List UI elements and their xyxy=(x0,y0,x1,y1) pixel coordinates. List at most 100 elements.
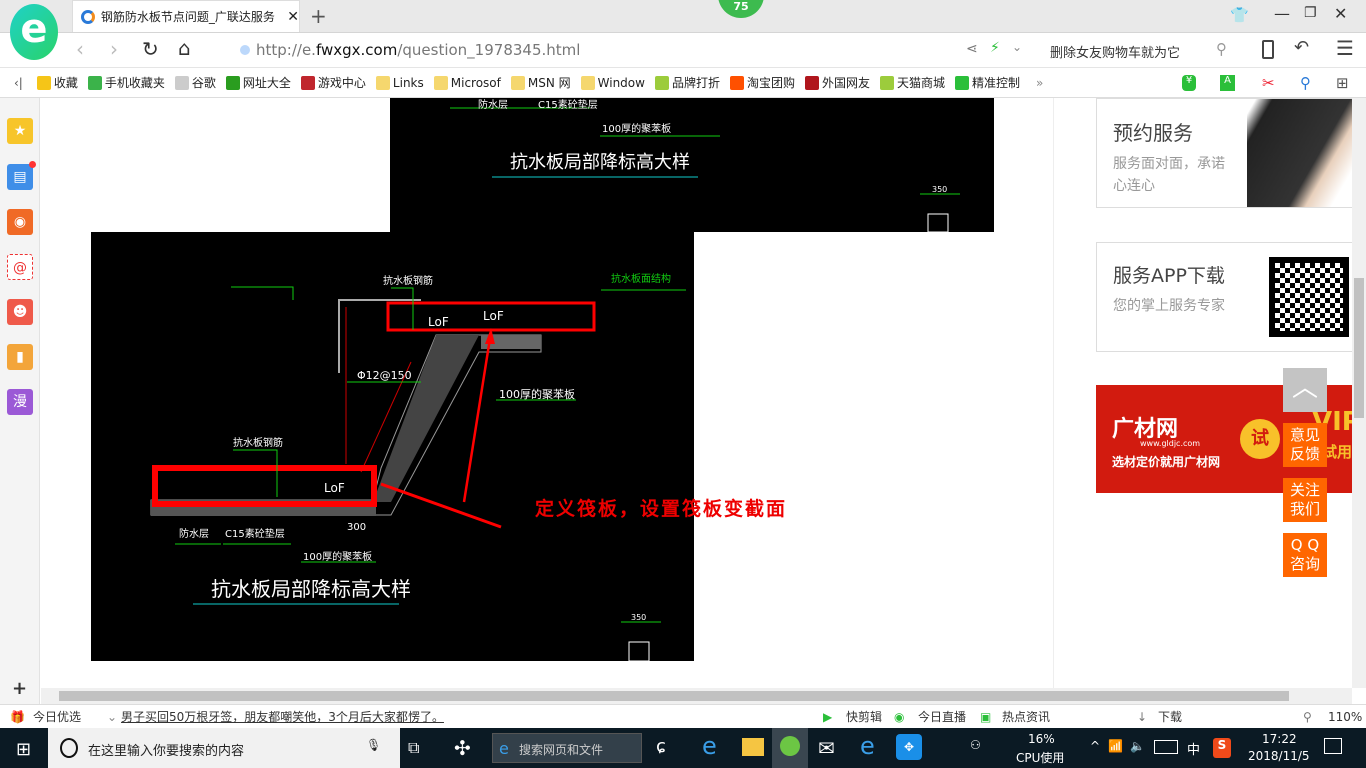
back-icon[interactable]: ‹ xyxy=(76,37,84,61)
vertical-scrollbar[interactable] xyxy=(1352,98,1366,688)
bookmark-item[interactable]: 天猫商城 xyxy=(880,74,945,91)
ie-taskbar-icon[interactable]: e xyxy=(702,732,717,760)
menu-icon[interactable]: ☰ xyxy=(1336,36,1354,60)
scissors-icon[interactable]: ✂ xyxy=(1262,74,1275,92)
comic-icon[interactable]: 漫 xyxy=(7,389,33,415)
bookmark-item[interactable]: 淘宝团购 xyxy=(729,74,795,91)
share-icon[interactable]: ⋖ xyxy=(966,41,978,57)
bookmark-item[interactable]: 网址大全 xyxy=(225,74,291,91)
status-item-download[interactable]: 下载 xyxy=(1158,708,1182,725)
clock-date[interactable]: 2018/11/5 xyxy=(1248,749,1310,763)
more-bookmarks-icon[interactable]: » xyxy=(1036,76,1043,90)
action-center-icon[interactable] xyxy=(1324,738,1342,754)
close-tab-icon[interactable]: ✕ xyxy=(287,9,299,25)
collapse-sidebar-icon[interactable]: ‹| xyxy=(14,76,23,90)
tray-chevron-icon[interactable]: ^ xyxy=(1090,739,1100,753)
close-window-button[interactable]: ✕ xyxy=(1334,4,1347,23)
home-icon[interactable]: ⌂ xyxy=(178,36,191,60)
zoom-icon[interactable]: ⚲ xyxy=(1303,710,1312,724)
app-blue-icon[interactable]: ✥ xyxy=(896,734,922,760)
zoom-level[interactable]: 110% xyxy=(1328,710,1362,724)
translate-icon[interactable]: A xyxy=(1220,74,1235,91)
speed-icon[interactable]: ⚡ xyxy=(990,40,1000,56)
add-sidebar-button[interactable]: + xyxy=(12,678,27,699)
bookmark-label: 网址大全 xyxy=(242,76,291,90)
new-tab-button[interactable]: + xyxy=(310,4,327,28)
forward-icon[interactable]: › xyxy=(110,37,118,61)
today-picks[interactable]: 今日优选 xyxy=(33,708,81,725)
bookmark-item[interactable]: Microsof xyxy=(433,75,501,90)
follow-us-button[interactable]: 关注我们 xyxy=(1283,478,1327,522)
search-icon[interactable]: ⚲ xyxy=(1216,40,1227,58)
shield-yen-icon[interactable]: ¥ xyxy=(1182,74,1196,91)
bookmark-item[interactable]: 外国网友 xyxy=(805,74,870,91)
label-foam-1: 100厚的聚苯板 xyxy=(499,387,575,401)
mobile-icon[interactable] xyxy=(1262,40,1274,59)
news-icon[interactable]: ▤ xyxy=(7,161,36,190)
service-card[interactable]: 预约服务 服务面对面，承诺心连心 xyxy=(1096,98,1352,208)
url-field[interactable]: http://e.fwxgx.com/question_1978345.html xyxy=(240,41,580,59)
browser-logo[interactable]: e xyxy=(10,4,58,60)
wifi-icon[interactable]: 📶 xyxy=(1108,739,1123,753)
back-to-top-button[interactable]: ︿ xyxy=(1283,368,1327,412)
status-bar: 🎁 今日优选 ⌄ 男子买回50万根牙签，朋友都嘲笑他，3个月后大家都愣了。 ▶ … xyxy=(0,704,1366,728)
hscroll-thumb[interactable] xyxy=(59,691,1289,701)
news-link[interactable]: 男子买回50万根牙签，朋友都嘲笑他，3个月后大家都愣了。 xyxy=(121,708,444,725)
page-icon xyxy=(174,75,189,90)
dropdown-icon[interactable]: ⌄ xyxy=(1012,40,1022,54)
mail-icon[interactable]: @ xyxy=(7,254,33,280)
status-item-live[interactable]: 今日直播 xyxy=(918,708,966,725)
browser360-icon[interactable]: ɕ xyxy=(656,736,666,757)
refresh-icon[interactable]: ↻ xyxy=(142,37,159,61)
game-icon[interactable]: ☻ xyxy=(7,299,33,325)
bookmark-item[interactable]: 手机收藏夹 xyxy=(87,74,165,91)
skin-icon[interactable]: 👕 xyxy=(1230,6,1249,24)
bookmark-item[interactable]: Links xyxy=(375,75,424,90)
scroll-thumb[interactable] xyxy=(1354,278,1364,418)
bookmark-item[interactable]: 游戏中心 xyxy=(300,74,366,91)
volume-icon[interactable]: 🔈 xyxy=(1130,739,1145,753)
keyboard-icon[interactable] xyxy=(1154,740,1178,754)
chevron-down-icon[interactable]: ⌄ xyxy=(107,710,117,724)
weibo-icon[interactable]: ◉ xyxy=(7,209,33,235)
windows-start-button[interactable]: ⊞ xyxy=(16,739,31,760)
taskbar-search[interactable]: 在这里输入你要搜索的内容 🎙 xyxy=(48,728,400,768)
active-browser-icon[interactable] xyxy=(772,728,808,768)
label-waterproof: 防水层 xyxy=(179,527,209,540)
apps-icon[interactable]: ⊞ xyxy=(1336,74,1349,92)
pinwheel-app-icon[interactable]: ✣ xyxy=(454,736,471,760)
tab-active[interactable]: 钢筋防水板节点问题_广联达服务 ✕ xyxy=(72,0,300,32)
bookmark-item[interactable]: 品牌打折 xyxy=(654,74,720,91)
novel-icon[interactable]: ▮ xyxy=(7,344,33,370)
search-hint[interactable]: 删除女友购物车就为它 xyxy=(1050,42,1180,61)
bookmark-item[interactable]: 谷歌 xyxy=(174,74,216,91)
sogou-icon[interactable]: S xyxy=(1213,738,1231,758)
favorites-icon[interactable]: ★ xyxy=(7,118,33,144)
web-search-box[interactable]: e 搜索网页和文件 xyxy=(492,733,642,763)
bookmark-item[interactable]: 收藏 xyxy=(36,74,78,91)
restore-button[interactable]: ❐ xyxy=(1304,5,1317,21)
key-icon[interactable]: ⚲ xyxy=(1300,74,1311,92)
status-item-clip[interactable]: 快剪辑 xyxy=(846,708,882,725)
task-view-icon[interactable]: ⧉ xyxy=(408,738,419,758)
bookmark-item[interactable]: 精准控制 xyxy=(955,74,1020,91)
edge-icon[interactable]: e xyxy=(860,732,875,760)
service-desc: 服务面对面，承诺心连心 xyxy=(1113,156,1225,194)
people-icon[interactable]: ⚇ xyxy=(970,738,981,752)
feedback-button[interactable]: 意见反馈 xyxy=(1283,423,1327,467)
app-download-card[interactable]: 服务APP下载 您的掌上服务专家 xyxy=(1096,242,1352,352)
minimize-button[interactable]: — xyxy=(1274,4,1290,23)
bookmark-item[interactable]: MSN 网 xyxy=(510,74,571,91)
qq-consult-button[interactable]: Q Q咨询 xyxy=(1283,533,1327,577)
status-item-hot[interactable]: 热点资讯 xyxy=(1002,708,1050,725)
web-search-placeholder: 搜索网页和文件 xyxy=(519,743,604,757)
horizontal-scrollbar[interactable] xyxy=(41,688,1352,704)
bookmark-item[interactable]: Window xyxy=(580,75,645,90)
clock-time[interactable]: 17:22 xyxy=(1262,732,1297,746)
undo-icon[interactable]: ↶ xyxy=(1294,37,1309,58)
mail-app-icon[interactable]: ✉ xyxy=(818,736,835,760)
notification-badge[interactable]: 75 xyxy=(718,0,764,18)
file-explorer-icon[interactable] xyxy=(742,738,764,756)
microphone-icon[interactable]: 🎙 xyxy=(366,738,381,752)
ime-indicator[interactable]: 中 xyxy=(1187,739,1200,758)
